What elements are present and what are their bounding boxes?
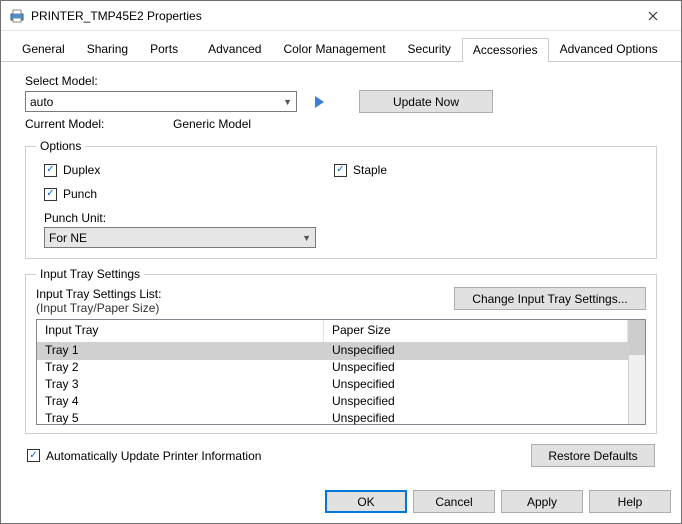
play-icon[interactable] <box>315 96 324 108</box>
punch-label: Punch <box>63 187 97 201</box>
checkbox-checked-icon: ✓ <box>27 449 40 462</box>
cell-size: Unspecified <box>324 343 628 360</box>
auto-update-checkbox[interactable]: ✓ Automatically Update Printer Informati… <box>27 449 261 463</box>
restore-defaults-button[interactable]: Restore Defaults <box>531 444 655 467</box>
tab-sharing[interactable]: Sharing <box>76 37 139 61</box>
change-input-tray-button[interactable]: Change Input Tray Settings... <box>454 287 646 310</box>
help-button[interactable]: Help <box>589 490 671 513</box>
options-group: Options ✓ Duplex ✓ Staple ✓ Punch Punch … <box>25 139 657 259</box>
window-title: PRINTER_TMP45E2 Properties <box>31 9 633 23</box>
select-model-combo[interactable]: auto ▼ <box>25 91 297 112</box>
auto-update-label: Automatically Update Printer Information <box>46 449 261 463</box>
tab-content: Select Model: auto ▼ Update Now Current … <box>1 62 681 482</box>
close-button[interactable] <box>633 2 673 30</box>
input-tray-table: Input Tray Paper Size Tray 1 Unspecified… <box>36 319 646 425</box>
ok-button[interactable]: OK <box>325 490 407 513</box>
current-model-label: Current Model: <box>25 117 165 131</box>
punch-unit-combo[interactable]: For NE ▼ <box>44 227 316 248</box>
scroll-thumb[interactable] <box>629 320 645 355</box>
titlebar: PRINTER_TMP45E2 Properties <box>1 1 681 31</box>
table-row[interactable]: Tray 3 Unspecified <box>37 377 628 394</box>
cell-size: Unspecified <box>324 360 628 377</box>
tab-general[interactable]: General <box>11 37 76 61</box>
cell-tray: Tray 5 <box>37 411 324 428</box>
table-row[interactable]: Tray 1 Unspecified <box>37 343 628 360</box>
table-row[interactable]: Tray 2 Unspecified <box>37 360 628 377</box>
chevron-down-icon: ▼ <box>283 97 292 107</box>
cell-size: Unspecified <box>324 377 628 394</box>
input-tray-list-label: Input Tray Settings List: <box>36 287 454 301</box>
options-legend: Options <box>36 139 85 153</box>
scrollbar[interactable] <box>628 320 645 424</box>
cell-size: Unspecified <box>324 394 628 411</box>
cell-tray: Tray 2 <box>37 360 324 377</box>
punch-unit-label: Punch Unit: <box>44 211 638 225</box>
tab-color-management[interactable]: Color Management <box>272 37 396 61</box>
tab-accessories[interactable]: Accessories <box>462 38 549 62</box>
cancel-button[interactable]: Cancel <box>413 490 495 513</box>
staple-checkbox[interactable]: ✓ Staple <box>334 163 387 177</box>
current-model-value: Generic Model <box>173 117 251 131</box>
tab-security[interactable]: Security <box>397 37 462 61</box>
cell-size: Unspecified <box>324 411 628 428</box>
tab-advanced[interactable]: Advanced <box>197 37 272 61</box>
select-model-label: Select Model: <box>25 74 657 88</box>
cell-tray: Tray 4 <box>37 394 324 411</box>
tab-ports[interactable]: Ports <box>139 37 189 61</box>
chevron-down-icon: ▼ <box>302 233 311 243</box>
col-input-tray[interactable]: Input Tray <box>37 320 324 342</box>
cell-tray: Tray 1 <box>37 343 324 360</box>
input-tray-legend: Input Tray Settings <box>36 267 144 281</box>
tab-strip: General Sharing Ports Advanced Color Man… <box>1 31 681 62</box>
duplex-checkbox[interactable]: ✓ Duplex <box>44 163 334 177</box>
table-body: Tray 1 Unspecified Tray 2 Unspecified Tr… <box>37 343 628 428</box>
apply-button[interactable]: Apply <box>501 490 583 513</box>
dialog-footer: OK Cancel Apply Help <box>1 482 681 523</box>
table-row[interactable]: Tray 5 Unspecified <box>37 411 628 428</box>
table-row[interactable]: Tray 4 Unspecified <box>37 394 628 411</box>
checkbox-checked-icon: ✓ <box>44 188 57 201</box>
update-now-button[interactable]: Update Now <box>359 90 493 113</box>
col-paper-size[interactable]: Paper Size <box>324 320 628 342</box>
cell-tray: Tray 3 <box>37 377 324 394</box>
input-tray-group: Input Tray Settings Input Tray Settings … <box>25 267 657 434</box>
select-model-value: auto <box>30 95 53 109</box>
checkbox-checked-icon: ✓ <box>334 164 347 177</box>
checkbox-checked-icon: ✓ <box>44 164 57 177</box>
punch-unit-value: For NE <box>49 231 87 245</box>
table-header: Input Tray Paper Size <box>37 320 628 343</box>
duplex-label: Duplex <box>63 163 100 177</box>
printer-icon <box>9 8 25 24</box>
staple-label: Staple <box>353 163 387 177</box>
punch-checkbox[interactable]: ✓ Punch <box>44 187 638 201</box>
tab-advanced-options[interactable]: Advanced Options <box>549 37 669 61</box>
input-tray-sub: (Input Tray/Paper Size) <box>36 301 454 315</box>
properties-window: PRINTER_TMP45E2 Properties General Shari… <box>0 0 682 524</box>
